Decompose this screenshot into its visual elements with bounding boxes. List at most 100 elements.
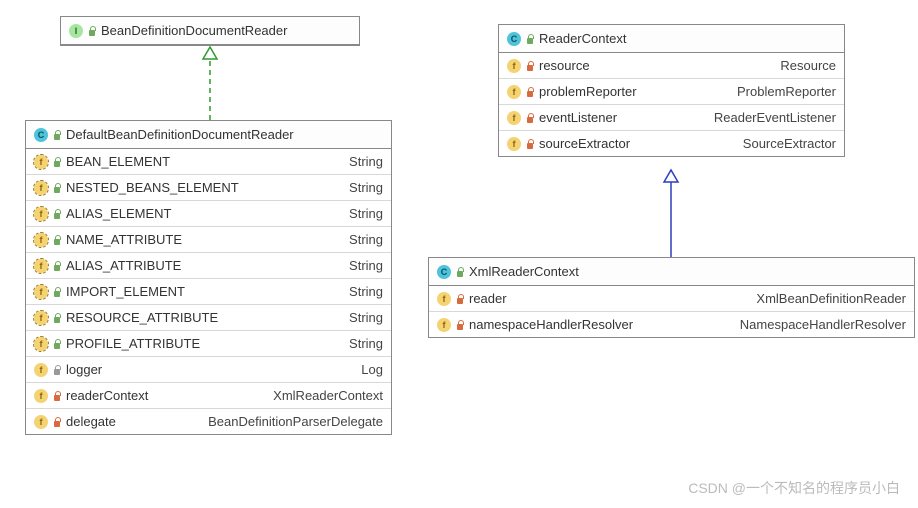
field-type: String bbox=[185, 258, 383, 273]
field-name: RESOURCE_ATTRIBUTE bbox=[66, 310, 218, 325]
field-type: String bbox=[174, 154, 383, 169]
field-row: fIMPORT_ELEMENTString bbox=[26, 278, 391, 304]
field-type: BeanDefinitionParserDelegate bbox=[120, 414, 383, 429]
field-icon: f bbox=[34, 155, 48, 169]
class-default-bean-definition-document-reader: C DefaultBeanDefinitionDocumentReader fB… bbox=[25, 120, 392, 435]
field-name: ALIAS_ATTRIBUTE bbox=[66, 258, 181, 273]
watermark: CSDN @一个不知名的程序员小白 bbox=[688, 478, 900, 498]
field-name: reader bbox=[469, 291, 507, 306]
field-name: NESTED_BEANS_ELEMENT bbox=[66, 180, 239, 195]
field-type: String bbox=[189, 284, 383, 299]
class-header: C DefaultBeanDefinitionDocumentReader bbox=[26, 121, 391, 149]
lock-icon bbox=[52, 365, 62, 375]
lock-icon bbox=[525, 139, 535, 149]
lock-icon bbox=[525, 87, 535, 97]
field-type: String bbox=[222, 310, 383, 325]
lock-icon bbox=[525, 113, 535, 123]
lock-icon bbox=[52, 287, 62, 297]
field-type: ProblemReporter bbox=[641, 84, 836, 99]
class-header: C XmlReaderContext bbox=[429, 258, 914, 286]
lock-icon bbox=[52, 157, 62, 167]
lock-icon bbox=[52, 391, 62, 401]
field-row: f sourceExtractor SourceExtractor bbox=[499, 130, 844, 156]
field-icon: f bbox=[507, 59, 521, 73]
field-row: f RESOURCE_ATTRIBUTE String bbox=[26, 304, 391, 330]
field-row: f delegate BeanDefinitionParserDelegate bbox=[26, 408, 391, 434]
class-title: ReaderContext bbox=[539, 31, 626, 46]
class-reader-context: C ReaderContext f resource Resource f proble… bbox=[498, 24, 845, 157]
field-name: namespaceHandlerResolver bbox=[469, 317, 633, 332]
field-type: SourceExtractor bbox=[634, 136, 836, 151]
field-icon: f bbox=[34, 207, 48, 221]
field-name: logger bbox=[66, 362, 102, 377]
lock-icon bbox=[52, 339, 62, 349]
class-body: fBEAN_ELEMENTStringfNESTED_BEANS_ELEMENT… bbox=[26, 149, 391, 434]
field-row: f PROFILE_ATTRIBUTE String bbox=[26, 330, 391, 356]
lock-icon bbox=[525, 61, 535, 71]
lock-icon bbox=[525, 34, 535, 44]
field-type: String bbox=[204, 336, 383, 351]
field-type: String bbox=[176, 206, 384, 221]
lock-icon bbox=[52, 261, 62, 271]
class-icon: C bbox=[34, 128, 48, 142]
field-name: sourceExtractor bbox=[539, 136, 630, 151]
field-row: floggerLog bbox=[26, 356, 391, 382]
class-body: f resource Resource f problemReporter Problem… bbox=[499, 53, 844, 156]
field-type: ReaderEventListener bbox=[621, 110, 836, 125]
field-icon: f bbox=[34, 233, 48, 247]
field-row: freaderContextXmlReaderContext bbox=[26, 382, 391, 408]
field-row: fALIAS_ELEMENTString bbox=[26, 200, 391, 226]
field-name: delegate bbox=[66, 414, 116, 429]
interface-bean-definition-document-reader: I BeanDefinitionDocumentReader bbox=[60, 16, 360, 46]
field-icon: f bbox=[437, 292, 451, 306]
interface-icon: I bbox=[69, 24, 83, 38]
field-row: f resource Resource bbox=[499, 53, 844, 78]
field-icon: f bbox=[34, 181, 48, 195]
field-type: Resource bbox=[594, 58, 836, 73]
lock-icon bbox=[455, 267, 465, 277]
field-name: resource bbox=[539, 58, 590, 73]
class-title: XmlReaderContext bbox=[469, 264, 579, 279]
class-body: f reader XmlBeanDefinitionReader f namespace… bbox=[429, 286, 914, 337]
field-row: f eventListener ReaderEventListener bbox=[499, 104, 844, 130]
field-icon: f bbox=[34, 311, 48, 325]
class-icon: C bbox=[437, 265, 451, 279]
lock-icon bbox=[52, 235, 62, 245]
class-icon: C bbox=[507, 32, 521, 46]
implements-arrow bbox=[203, 47, 217, 120]
field-icon: f bbox=[507, 111, 521, 125]
lock-icon bbox=[52, 209, 62, 219]
class-title: DefaultBeanDefinitionDocumentReader bbox=[66, 127, 294, 142]
field-icon: f bbox=[507, 85, 521, 99]
lock-icon bbox=[455, 320, 465, 330]
interface-title: BeanDefinitionDocumentReader bbox=[101, 23, 287, 38]
field-name: problemReporter bbox=[539, 84, 637, 99]
lock-icon bbox=[52, 183, 62, 193]
extends-arrow bbox=[664, 170, 678, 257]
field-name: IMPORT_ELEMENT bbox=[66, 284, 185, 299]
field-icon: f bbox=[34, 337, 48, 351]
field-row: f reader XmlBeanDefinitionReader bbox=[429, 286, 914, 311]
field-icon: f bbox=[437, 318, 451, 332]
field-name: eventListener bbox=[539, 110, 617, 125]
field-row: fBEAN_ELEMENTString bbox=[26, 149, 391, 174]
field-row: fnamespaceHandlerResolverNamespaceHandle… bbox=[429, 311, 914, 337]
interface-header: I BeanDefinitionDocumentReader bbox=[61, 17, 359, 45]
field-row: fNESTED_BEANS_ELEMENTString bbox=[26, 174, 391, 200]
lock-icon bbox=[52, 417, 62, 427]
field-row: f NAME_ATTRIBUTE String bbox=[26, 226, 391, 252]
field-type: XmlBeanDefinitionReader bbox=[511, 291, 906, 306]
lock-icon bbox=[87, 26, 97, 36]
field-row: fALIAS_ATTRIBUTEString bbox=[26, 252, 391, 278]
field-icon: f bbox=[507, 137, 521, 151]
field-type: Log bbox=[106, 362, 383, 377]
field-name: PROFILE_ATTRIBUTE bbox=[66, 336, 200, 351]
field-type: String bbox=[186, 232, 383, 247]
field-name: readerContext bbox=[66, 388, 148, 403]
field-row: f problemReporter ProblemReporter bbox=[499, 78, 844, 104]
field-name: NAME_ATTRIBUTE bbox=[66, 232, 182, 247]
class-header: C ReaderContext bbox=[499, 25, 844, 53]
field-type: XmlReaderContext bbox=[152, 388, 383, 403]
lock-icon bbox=[52, 313, 62, 323]
field-icon: f bbox=[34, 415, 48, 429]
